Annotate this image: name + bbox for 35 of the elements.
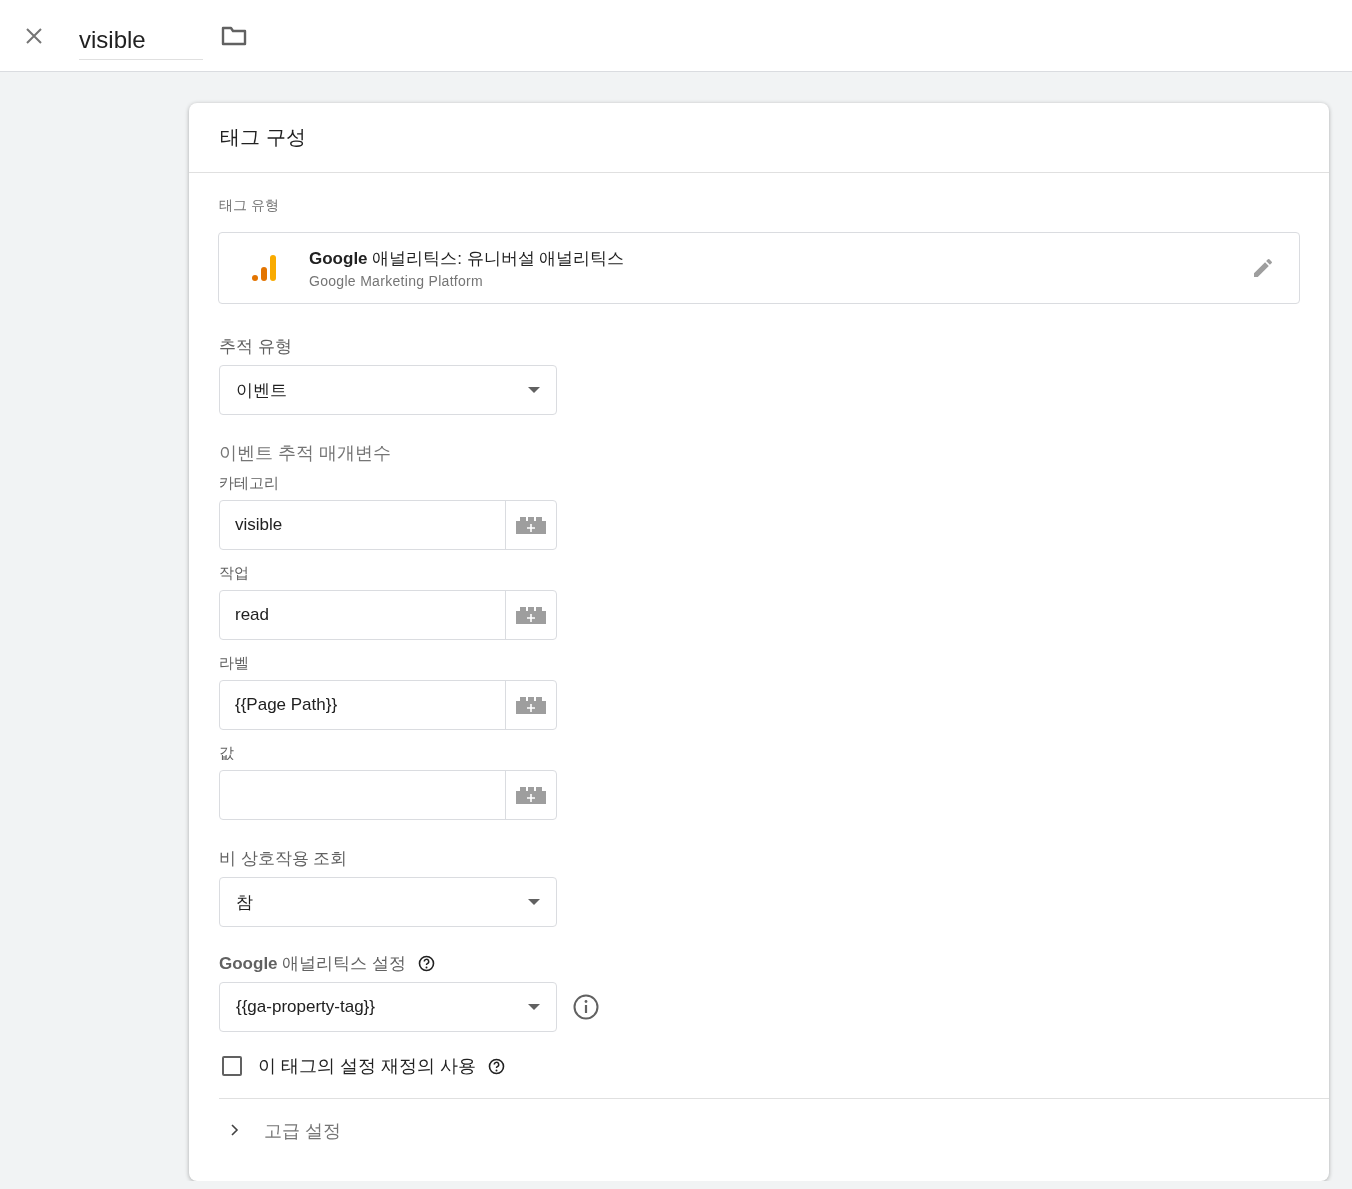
checkbox[interactable] [222,1056,242,1076]
edit-icon[interactable] [1251,256,1275,280]
caret-icon [528,899,540,905]
add-variable-icon[interactable] [516,516,546,534]
field-label: 카테고리 [219,474,280,493]
dropdown-field[interactable]: {{ga-property-tag}} [219,982,557,1032]
field-label: 비 상호작용 조회 [219,847,348,870]
field-label: 라벨 [219,654,250,673]
help-icon[interactable] [418,954,435,972]
container-name-field[interactable]: visible [79,25,203,60]
field-label: 추적 유형 [219,335,292,358]
tag-type-vendor: Google Marketing Platform [309,273,485,289]
field-label: 값 [219,744,235,763]
tag-type-name: Google 애널리틱스: 유니버설 애널리틱스 [309,248,626,270]
advanced-settings-toggle[interactable]: 고급 설정 [219,1099,1300,1163]
dropdown-field[interactable]: 참 [219,877,557,927]
add-variable-icon[interactable] [516,786,546,804]
help-icon[interactable] [488,1057,505,1075]
caret-icon [528,387,540,393]
caret-icon [528,1004,540,1010]
add-variable-icon[interactable] [516,696,546,714]
chevron-right-icon[interactable] [229,1124,239,1136]
checkbox-label: 이 태그의 설정 재정의 사용 [258,1055,476,1078]
folder-icon[interactable] [221,25,247,46]
analytics-logo-icon [251,254,277,282]
tag-type-selector[interactable]: Google 애널리틱스: 유니버설 애널리틱스 Google Marketing Platform [218,232,1300,304]
dropdown-field[interactable]: 이벤트 [219,365,557,415]
info-icon[interactable] [573,994,599,1020]
add-variable-icon[interactable] [516,606,546,624]
close-icon[interactable] [25,26,43,45]
field-label: 작업 [219,564,250,583]
card-title: 태그 구성 [220,125,306,150]
field-label: 태그 유형 [219,197,280,215]
section-title: 이벤트 추적 매개변수 [219,442,392,465]
field-label: Google 애널리틱스 설정 [219,952,406,975]
